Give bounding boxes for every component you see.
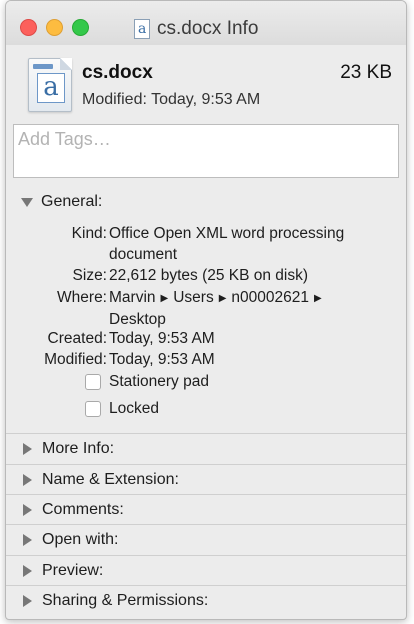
section-sharing-permissions[interactable]: Sharing & Permissions: — [6, 586, 406, 616]
size-label: Size: — [72, 267, 107, 284]
disclosure-triangle-collapsed-icon[interactable] — [23, 504, 32, 516]
disclosure-triangle-collapsed-icon[interactable] — [23, 565, 32, 577]
locked-checkbox[interactable] — [85, 401, 101, 417]
close-button[interactable] — [20, 19, 37, 36]
document-icon: a — [134, 19, 150, 39]
zoom-button[interactable] — [72, 19, 89, 36]
path-arrow-icon: ▶ — [160, 293, 169, 304]
path-item: n00002621 — [231, 289, 309, 306]
kind-value: Office Open XML word processing document — [109, 225, 345, 263]
file-modified-date: Modified: Today, 9:53 AM — [82, 91, 261, 108]
path-arrow-icon: ▶ — [314, 293, 322, 304]
section-general-label: General: — [41, 193, 103, 210]
section-more-info-label: More Info: — [42, 440, 115, 457]
word-document-icon[interactable]: a — [28, 58, 72, 112]
path-item: Users — [173, 289, 214, 306]
created-value: Today, 9:53 AM — [109, 330, 215, 347]
title-bar[interactable]: a cs.docx Info — [6, 1, 406, 45]
section-sharing-permissions-label: Sharing & Permissions: — [42, 592, 209, 609]
section-preview-label: Preview: — [42, 562, 104, 579]
disclosure-triangle-collapsed-icon[interactable] — [23, 595, 32, 607]
modified-label: Modified: — [44, 351, 107, 368]
window-title-text: cs.docx Info — [157, 18, 259, 39]
size-value: 22,612 bytes (25 KB on disk) — [109, 267, 309, 284]
section-comments-label: Comments: — [42, 501, 124, 518]
where-label: Where: — [57, 289, 107, 306]
stationery-pad-checkbox[interactable] — [85, 374, 101, 390]
path-arrow-icon: ▶ — [218, 293, 227, 304]
created-label: Created: — [47, 330, 107, 347]
tags-field[interactable]: Add Tags… — [13, 124, 399, 178]
info-window: a cs.docx Info a cs.docx 23 KB Modified:… — [5, 0, 407, 620]
minimize-button[interactable] — [46, 19, 63, 36]
disclosure-triangle-expanded-icon[interactable] — [21, 197, 33, 207]
disclosure-triangle-collapsed-icon[interactable] — [23, 534, 32, 546]
section-name-extension-label: Name & Extension: — [42, 471, 179, 488]
section-general[interactable]: General: — [6, 187, 406, 217]
path-item: Desktop — [109, 311, 166, 328]
disclosure-triangle-collapsed-icon[interactable] — [23, 443, 32, 455]
window-title: a cs.docx Info — [134, 16, 258, 42]
disclosure-triangle-collapsed-icon[interactable] — [23, 474, 32, 486]
path-item: Marvin — [109, 289, 156, 306]
section-open-with[interactable]: Open with: — [6, 525, 406, 555]
section-more-info[interactable]: More Info: — [6, 434, 406, 464]
section-comments[interactable]: Comments: — [6, 495, 406, 525]
where-path: Marvin ▶ Users ▶ n00002621 ▶ Desktop — [109, 287, 394, 330]
file-name: cs.docx — [82, 62, 153, 83]
stationery-pad-label: Stationery pad — [109, 373, 209, 390]
file-header: a cs.docx 23 KB Modified: Today, 9:53 AM — [6, 45, 406, 119]
locked-label: Locked — [109, 400, 159, 417]
section-open-with-label: Open with: — [42, 531, 119, 548]
file-size: 23 KB — [340, 62, 392, 83]
locked-option[interactable]: Locked — [85, 400, 159, 418]
stationery-pad-option[interactable]: Stationery pad — [85, 373, 209, 391]
section-preview[interactable]: Preview: — [6, 556, 406, 586]
section-name-extension[interactable]: Name & Extension: — [6, 465, 406, 495]
kind-label: Kind: — [71, 225, 107, 242]
modified-value: Today, 9:53 AM — [109, 351, 215, 368]
